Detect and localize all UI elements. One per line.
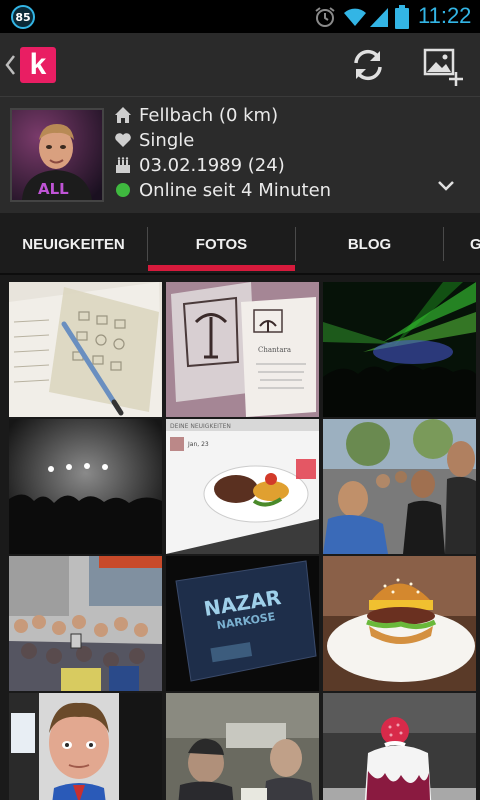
avatar-shirt-text: ALL xyxy=(38,180,69,198)
photo-thumbnail[interactable] xyxy=(9,693,162,800)
app-logo[interactable]: k xyxy=(20,47,56,83)
online-status-text: Online seit 4 Minuten xyxy=(139,179,332,201)
photo-thumbnail[interactable] xyxy=(9,282,162,417)
profile-header: ALL Fellbach (0 km) Single 03.02.1989 (2… xyxy=(0,97,480,213)
photo-thumbnail[interactable] xyxy=(323,419,476,554)
action-bar: k xyxy=(0,33,480,97)
birthday-text: 03.02.1989 (24) xyxy=(139,154,285,176)
photo-thumbnail[interactable] xyxy=(9,419,162,554)
avatar[interactable]: ALL xyxy=(10,108,104,202)
photo-thumbnail[interactable] xyxy=(166,693,319,800)
relationship-text: Single xyxy=(139,129,195,151)
heart-icon xyxy=(115,133,131,147)
tab-blog[interactable]: BLOG xyxy=(296,213,443,273)
online-dot-icon xyxy=(116,183,130,197)
location-row: Fellbach (0 km) xyxy=(114,103,278,127)
feed-screenshot-name: Jan, 23 xyxy=(187,441,209,448)
photo-thumbnail[interactable] xyxy=(323,556,476,691)
cake-icon xyxy=(116,157,130,173)
photo-grid: Chantara DEINE NEUIGKEITEN Jan, 23 NAZAR… xyxy=(0,275,480,800)
selected-tab-indicator xyxy=(148,265,295,271)
tab-bar: NEUIGKEITEN FOTOS BLOG G xyxy=(0,213,480,275)
battery-icon xyxy=(395,5,409,29)
home-icon xyxy=(115,107,131,123)
photo-thumbnail[interactable]: DEINE NEUIGKEITEN Jan, 23 xyxy=(166,419,319,554)
online-status-row: Online seit 4 Minuten xyxy=(114,178,331,202)
location-text: Fellbach (0 km) xyxy=(139,104,279,126)
alarm-icon xyxy=(315,7,335,27)
notification-badge: 85 xyxy=(11,5,35,29)
relationship-row: Single xyxy=(114,128,194,152)
chevron-down-icon[interactable] xyxy=(436,179,456,193)
feed-screenshot-header: DEINE NEUIGKEITEN xyxy=(170,423,231,430)
refresh-icon[interactable] xyxy=(350,47,386,83)
photo-thumbnail[interactable] xyxy=(9,556,162,691)
wifi-icon xyxy=(344,8,366,26)
photo-thumbnail[interactable] xyxy=(323,693,476,800)
tab-neuigkeiten[interactable]: NEUIGKEITEN xyxy=(0,213,147,273)
birthday-row: 03.02.1989 (24) xyxy=(114,153,285,177)
add-photo-icon[interactable] xyxy=(420,45,464,89)
signal-icon xyxy=(370,8,388,27)
photo-thumbnail[interactable] xyxy=(323,282,476,417)
menu-card-caption: Chantara xyxy=(258,346,291,354)
photo-thumbnail[interactable]: Chantara xyxy=(166,282,319,417)
clock: 11:22 xyxy=(418,3,472,28)
back-icon[interactable] xyxy=(4,53,16,77)
tab-g[interactable]: G xyxy=(444,213,480,273)
photo-thumbnail[interactable]: NAZAR NARKOSE xyxy=(166,556,319,691)
status-bar: 85 11:22 xyxy=(0,0,480,33)
